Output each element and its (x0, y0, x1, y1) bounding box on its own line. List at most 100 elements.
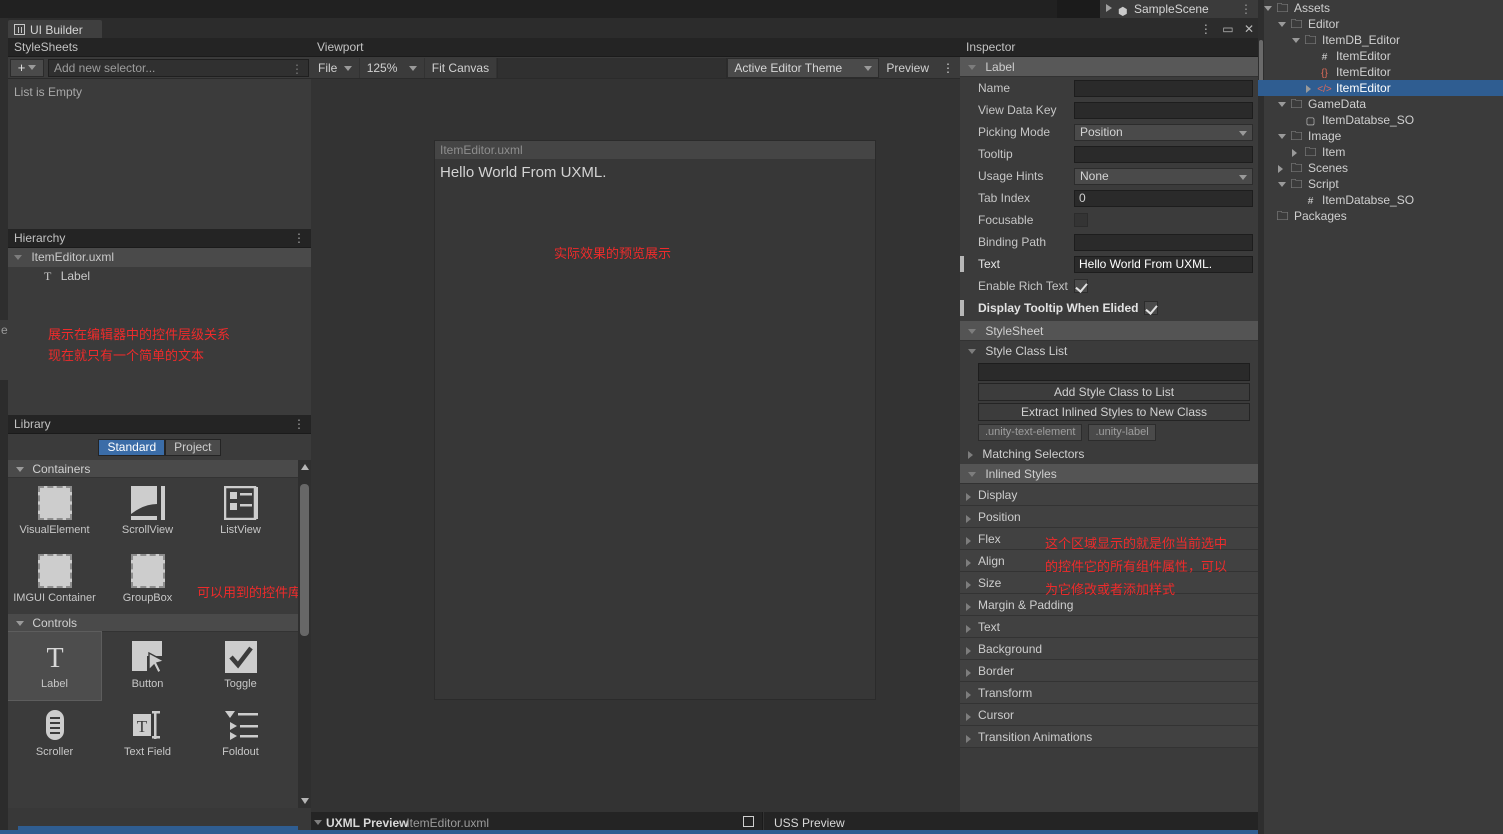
project-tree-row[interactable]: # ItemEditor (1258, 48, 1503, 64)
chevron-down-icon[interactable] (14, 255, 22, 261)
viewport-zoom-dropdown[interactable]: 125% (360, 57, 425, 78)
library-group-containers[interactable]: Containers (8, 460, 311, 478)
project-tree-row-label: Packages (1294, 209, 1347, 223)
chevron-right-icon[interactable] (1292, 144, 1303, 160)
library-scrollbar-thumb[interactable] (300, 484, 309, 636)
expand-arrow-icon[interactable] (1106, 4, 1112, 12)
display-tooltip-checkbox[interactable] (1144, 301, 1159, 315)
project-tree-row[interactable]: 🗀 ItemDB_Editor (1258, 32, 1503, 48)
selector-options-icon[interactable]: ⋮ (291, 61, 303, 77)
style-group-display[interactable]: Display (960, 484, 1258, 506)
project-tree-row[interactable]: </> ItemEditor (1258, 80, 1503, 96)
chevron-down-icon[interactable] (1292, 32, 1303, 48)
project-tree-row[interactable]: # ItemDatabse_SO (1258, 192, 1503, 208)
library-kebab-icon[interactable]: ⋮ (293, 415, 305, 434)
window-close-icon[interactable]: ✕ (1244, 22, 1254, 36)
library-tab-project[interactable]: Project (165, 438, 221, 456)
style-group-transition-animations[interactable]: Transition Animations (960, 726, 1258, 748)
add-style-class-button[interactable]: Add Style Class to List (978, 383, 1250, 401)
project-tree-row[interactable]: 🗀 Image (1258, 128, 1503, 144)
project-tree-row[interactable]: 🗀 Assets (1258, 0, 1503, 16)
library-item-imgui-container[interactable]: IMGUI Container (8, 546, 101, 614)
library-scrollbar[interactable] (298, 460, 311, 808)
binding-path-input[interactable] (1074, 233, 1253, 251)
library-item-listview[interactable]: ListView (194, 478, 287, 546)
hierarchy-kebab-icon[interactable]: ⋮ (293, 229, 305, 248)
hierarchy-row-root[interactable]: ItemEditor.uxml (8, 248, 311, 267)
extract-inlined-styles-button[interactable]: Extract Inlined Styles to New Class (978, 403, 1250, 421)
chevron-down-icon[interactable] (314, 820, 322, 825)
matching-selectors-section[interactable]: Matching Selectors (960, 444, 1258, 464)
style-class-list-section[interactable]: Style Class List (960, 341, 1258, 361)
chevron-right-icon[interactable] (1306, 80, 1317, 96)
chevron-down-icon[interactable] (1278, 16, 1289, 32)
library-tab-standard[interactable]: Standard (98, 438, 166, 456)
name-input[interactable] (1074, 79, 1253, 97)
library-item-scrollview[interactable]: ScrollView (101, 478, 194, 546)
style-group-text[interactable]: Text (960, 616, 1258, 638)
canvas-body[interactable]: Hello World From UXML. (435, 159, 875, 699)
chevron-right-icon[interactable] (1278, 160, 1289, 176)
library-item-groupbox[interactable]: GroupBox (101, 546, 194, 614)
chevron-down-icon[interactable] (1264, 0, 1275, 16)
project-tree-row[interactable]: 🗀 Editor (1258, 16, 1503, 32)
project-tree-row[interactable]: 🗀 Script (1258, 176, 1503, 192)
window-maximize-icon[interactable]: ▭ (1222, 22, 1233, 36)
library-item-foldout[interactable]: Foldout (194, 700, 287, 768)
window-menu-icon[interactable]: ⋮ (1200, 22, 1212, 36)
library-item-visualelement[interactable]: VisualElement (8, 478, 101, 546)
canvas-header-label: ItemEditor.uxml (435, 141, 875, 159)
scroll-up-icon[interactable] (301, 464, 309, 470)
style-group-background[interactable]: Background (960, 638, 1258, 660)
new-selector-input[interactable]: Add new selector... ⋮ (48, 58, 309, 77)
library-item-toggle[interactable]: Toggle (194, 632, 287, 700)
project-tree-row[interactable]: {} ItemEditor (1258, 64, 1503, 80)
project-tree-row[interactable]: 🗀 Scenes (1258, 160, 1503, 176)
style-group-position[interactable]: Position (960, 506, 1258, 528)
chip-unity-label[interactable]: .unity-label (1088, 424, 1156, 441)
enable-rich-text-checkbox[interactable] (1074, 279, 1088, 293)
library-group-controls[interactable]: Controls (8, 614, 311, 632)
library-item-label[interactable]: T Label (8, 631, 102, 701)
viewport-theme-dropdown[interactable]: Active Editor Theme (727, 57, 880, 78)
usage-hints-dropdown[interactable]: None (1074, 167, 1253, 185)
project-tree-row[interactable]: 🗀 GameData (1258, 96, 1503, 112)
inspector-element-section[interactable]: Label (960, 57, 1258, 77)
chip-unity-text-element[interactable]: .unity-text-element (978, 424, 1083, 441)
viewport-file-menu[interactable]: File (311, 57, 360, 78)
view-data-key-input[interactable] (1074, 101, 1253, 119)
chevron-down-icon[interactable] (1278, 176, 1289, 192)
style-class-input[interactable] (978, 363, 1250, 381)
add-stylesheet-button[interactable]: + (10, 58, 44, 77)
inlined-styles-section[interactable]: Inlined Styles (960, 464, 1258, 484)
stylesheet-section[interactable]: StyleSheet (960, 321, 1258, 341)
hierarchy-annotation-1: 展示在编辑器中的控件层级关系 (48, 327, 231, 342)
hierarchy-row-label[interactable]: T Label (8, 267, 311, 286)
project-tree-row[interactable]: 🗀 Item (1258, 144, 1503, 160)
library-item-scroller[interactable]: Scroller (8, 700, 101, 768)
viewport-fit-canvas-button[interactable]: Fit Canvas (425, 57, 498, 78)
focusable-checkbox[interactable] (1074, 213, 1088, 227)
library-item-text-field[interactable]: T Text Field (101, 700, 194, 768)
external-link-icon[interactable] (743, 816, 754, 827)
tab-sample-scene[interactable]: ⬢ SampleScene ⋮ (1100, 0, 1260, 18)
project-tree-row[interactable]: ▢ ItemDatabse_SO (1258, 112, 1503, 128)
scroll-down-icon[interactable] (301, 798, 309, 804)
picking-mode-dropdown[interactable]: Position (1074, 123, 1253, 141)
tooltip-input[interactable] (1074, 145, 1253, 163)
style-group-cursor[interactable]: Cursor (960, 704, 1258, 726)
style-group-transform[interactable]: Transform (960, 682, 1258, 704)
chevron-down-icon[interactable] (1278, 96, 1289, 112)
text-input[interactable]: Hello World From UXML. (1074, 255, 1253, 273)
field-focusable-label: Focusable (978, 213, 1034, 227)
style-group-border[interactable]: Border (960, 660, 1258, 682)
chevron-down-icon[interactable] (1278, 128, 1289, 144)
project-tree-row[interactable]: 🗀 Packages (1258, 208, 1503, 224)
scene-tab-kebab-icon[interactable]: ⋮ (1240, 0, 1252, 18)
viewport-kebab-icon[interactable]: ⋮ (936, 58, 960, 78)
tab-index-input[interactable]: 0 (1074, 189, 1253, 207)
viewport-preview-button[interactable]: Preview (879, 58, 936, 78)
library-item-button[interactable]: Button (101, 632, 194, 700)
canvas-label-element[interactable]: Hello World From UXML. (435, 159, 875, 181)
viewport-canvas[interactable]: ItemEditor.uxml Hello World From UXML. (434, 140, 876, 700)
